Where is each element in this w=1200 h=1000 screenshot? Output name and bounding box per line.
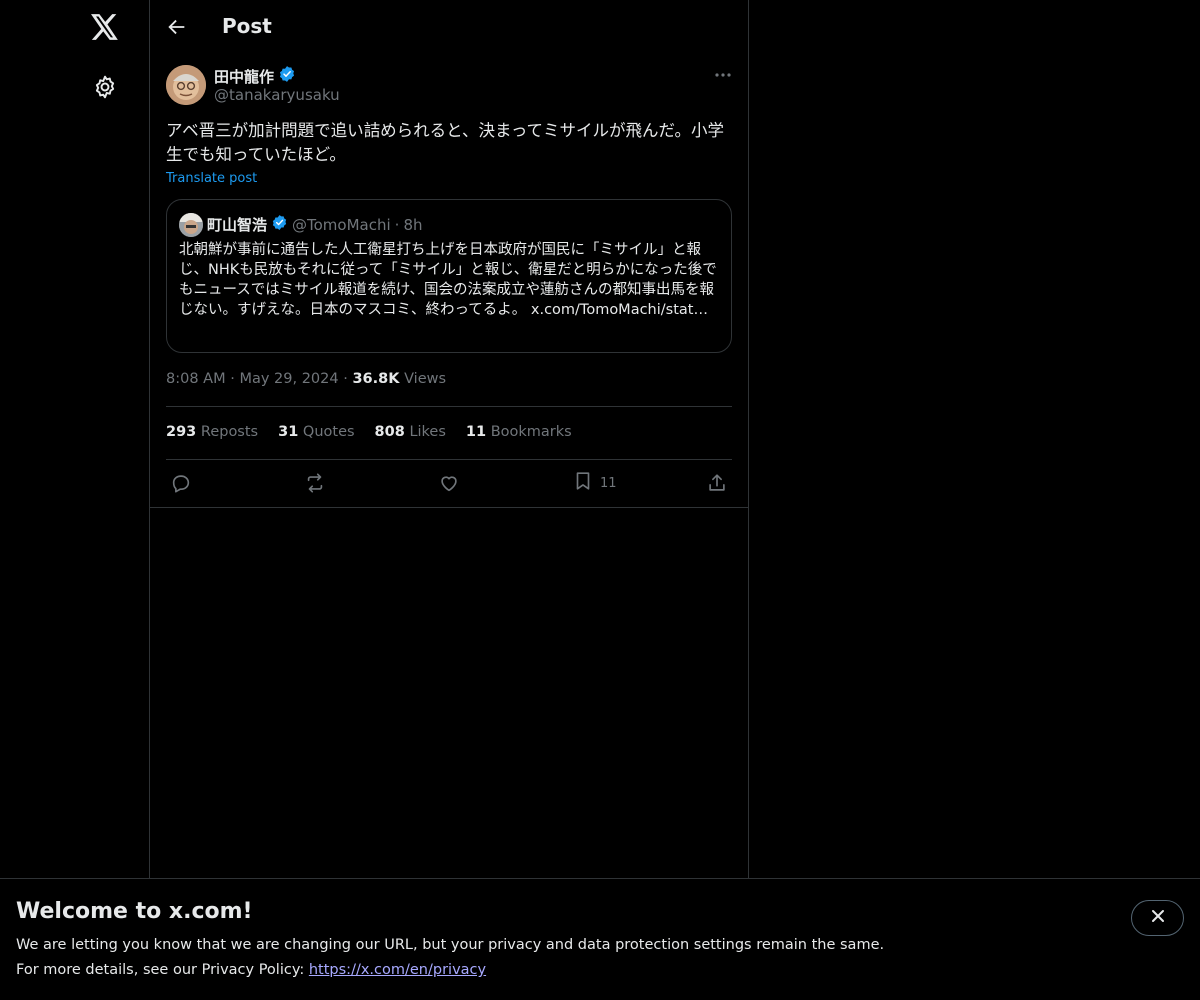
banner-privacy-line: For more details, see our Privacy Policy… (16, 962, 486, 978)
divider (166, 459, 732, 460)
reply-icon[interactable] (170, 471, 192, 495)
quoted-author-name: 町山智浩 (207, 216, 268, 234)
post-actions: 11 (166, 471, 732, 497)
heart-icon[interactable] (438, 471, 460, 495)
quotes-stat[interactable]: 31 Quotes (278, 424, 354, 440)
quoted-author-handle: @TomoMachi (292, 215, 391, 234)
share-icon[interactable] (706, 471, 728, 495)
likes-stat[interactable]: 808 Likes (375, 424, 446, 440)
views-count: 36.8K (352, 371, 400, 387)
bookmark-button[interactable]: 11 (572, 471, 617, 495)
divider (150, 507, 748, 508)
post-time[interactable]: 8:08 AM (166, 371, 226, 387)
separator-dot: · (230, 371, 235, 387)
x-logo-icon[interactable] (89, 10, 121, 44)
arrow-left-icon[interactable] (166, 16, 188, 38)
reposts-label: Reposts (200, 424, 259, 440)
close-button[interactable] (1131, 900, 1184, 936)
verified-badge-icon (278, 65, 296, 87)
likes-label: Likes (409, 424, 446, 440)
separator-dot: · (343, 371, 348, 387)
author-handle[interactable]: @tanakaryusaku (214, 86, 340, 104)
likes-count: 808 (374, 424, 405, 440)
repost-icon[interactable] (304, 471, 326, 495)
quoted-post-header: 町山智浩 @TomoMachi · 8h (207, 214, 423, 235)
post-date[interactable]: May 29, 2024 (239, 371, 338, 387)
main-column: Post 田中龍作 @tanakaryusaku アベ晋三が加計問題で追い詰めら… (149, 0, 749, 1000)
page-title: Post (222, 14, 272, 38)
reposts-count: 293 (166, 424, 197, 440)
banner-privacy-prefix: For more details, see our Privacy Policy… (16, 962, 305, 978)
verified-badge-icon (271, 214, 288, 235)
bookmark-icon (572, 470, 594, 496)
quoted-post-text: 北朝鮮が事前に通告した人工衛星打ち上げを日本政府が国民に「ミサイル」と報じ、NH… (179, 242, 717, 318)
reposts-stat[interactable]: 293 Reposts (166, 424, 258, 440)
bookmarks-label: Bookmarks (490, 424, 572, 440)
page-header: Post (150, 0, 748, 53)
post-text: アベ晋三が加計問題で追い詰められると、決まってミサイルが飛んだ。小学生でも知って… (166, 121, 725, 164)
views-label: Views (404, 371, 447, 387)
url-change-banner: Welcome to x.com! We are letting you kno… (0, 878, 1200, 1000)
banner-title: Welcome to x.com! (16, 899, 253, 924)
post-stats: 293 Reposts 31 Quotes 808 Likes 11 Bookm… (166, 424, 572, 440)
privacy-policy-link[interactable]: https://x.com/en/privacy (309, 962, 486, 978)
close-icon (1150, 908, 1166, 928)
more-horizontal-icon[interactable] (712, 66, 734, 84)
quoted-post[interactable]: 町山智浩 @TomoMachi · 8h 北朝鮮が事前に通告した人工衛星打ち上げ… (166, 199, 732, 353)
avatar[interactable] (166, 65, 206, 105)
banner-message: We are letting you know that we are chan… (16, 937, 885, 953)
post-meta: 8:08 AM · May 29, 2024 · 36.8K Views (166, 371, 446, 387)
bookmark-count: 11 (600, 475, 617, 491)
separator-dot: · (394, 215, 400, 234)
avatar (179, 213, 203, 237)
bookmarks-count: 11 (465, 424, 487, 440)
quotes-count: 31 (278, 424, 299, 440)
quotes-label: Quotes (302, 424, 355, 440)
divider (166, 406, 732, 407)
left-nav (0, 0, 150, 1000)
author-name[interactable]: 田中龍作 (214, 66, 274, 87)
translate-post-link[interactable]: Translate post (166, 171, 257, 186)
bookmarks-stat[interactable]: 11 Bookmarks (466, 424, 572, 440)
quoted-post-time: 8h (403, 215, 423, 234)
gear-icon[interactable] (92, 74, 118, 100)
author-name-row[interactable]: 田中龍作 (214, 65, 296, 87)
